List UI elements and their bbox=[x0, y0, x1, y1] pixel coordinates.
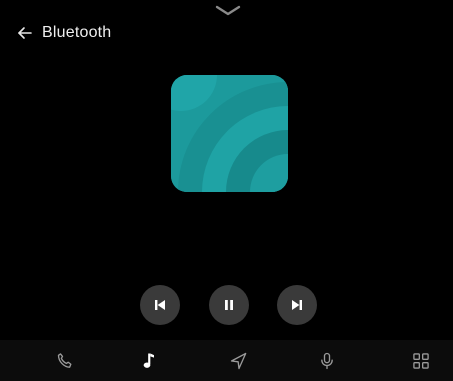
phone-icon bbox=[57, 353, 72, 368]
nav-microphone-button[interactable] bbox=[316, 350, 338, 372]
apps-grid-icon bbox=[413, 353, 429, 369]
previous-track-button[interactable] bbox=[140, 285, 180, 325]
next-track-button[interactable] bbox=[277, 285, 317, 325]
next-track-icon bbox=[292, 300, 302, 310]
pause-button[interactable] bbox=[209, 285, 249, 325]
nav-apps-button[interactable] bbox=[410, 350, 432, 372]
header: Bluetooth bbox=[16, 20, 111, 46]
bottom-nav-bar bbox=[0, 340, 453, 381]
nav-phone-button[interactable] bbox=[54, 350, 76, 372]
nav-music-button[interactable] bbox=[138, 350, 160, 372]
music-note-icon bbox=[143, 353, 154, 368]
page-title: Bluetooth bbox=[42, 24, 112, 41]
expand-handle-chevron-icon[interactable] bbox=[215, 4, 241, 16]
back-arrow-icon[interactable] bbox=[16, 24, 34, 42]
navigation-icon bbox=[230, 352, 247, 370]
album-art bbox=[171, 75, 288, 192]
pause-icon bbox=[225, 300, 233, 310]
nav-navigation-button[interactable] bbox=[228, 350, 250, 372]
previous-track-icon bbox=[155, 300, 165, 310]
microphone-icon bbox=[321, 352, 333, 370]
playback-controls bbox=[0, 285, 453, 325]
